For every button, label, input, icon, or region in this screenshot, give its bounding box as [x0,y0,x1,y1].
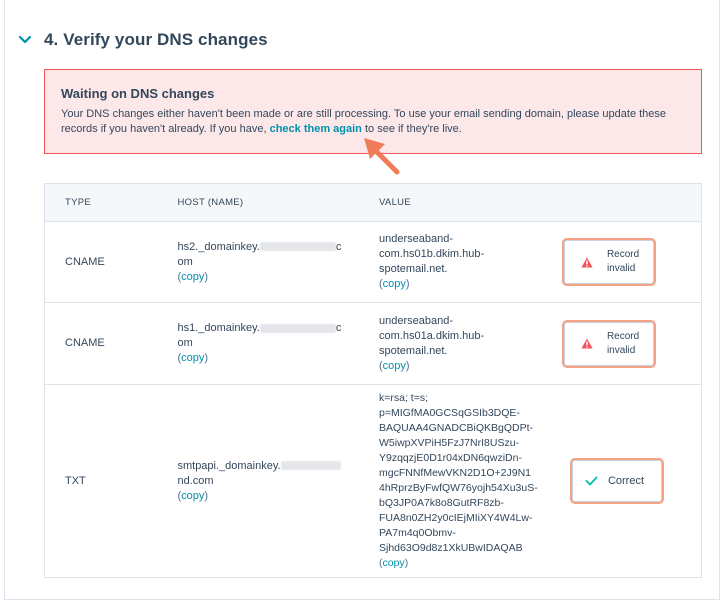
host-text: smtpapi._domainkey. [177,459,281,472]
record-value: k=rsa; t=s; p=MIGfMA0GCSqGSIb3DQE- BAQUA… [379,384,564,578]
host-text: hs2._domainkey. [177,240,260,253]
column-header-value: VALUE [379,183,564,222]
record-host: smtpapi._domainkey. nd.com (copy) [177,384,379,578]
record-type: CNAME [44,302,178,385]
check-again-link[interactable]: check them again [270,123,362,135]
table-row: CNAME hs2._domainkey. c om (copy) underse… [44,221,702,303]
redacted-domain [259,242,336,252]
value-line: bQ3JP0A7k8o8GutRF8zb- [379,497,504,509]
host-tail: c [335,322,342,334]
host-copy: (copy) [177,352,209,364]
warning-icon [581,257,593,267]
alert-title: Waiting on DNS changes [61,86,215,101]
status-badge: Record invalid [563,321,654,366]
value-line: PA7m4q0Obmv- [379,527,456,539]
value-line: com.hs01b.dkim.hub- [379,248,485,260]
status-label: Record [606,249,640,260]
redacted-domain [280,461,341,471]
status-label: invalid [606,344,636,356]
value-line: Sjhd63O9d8z1XkUBwIDAQAB [379,542,523,554]
status-label: Correct [607,475,644,487]
record-host: hs2._domainkey. c om (copy) [177,221,379,303]
value-line: spotemail.net. [379,344,448,357]
column-header-host: HOST (NAME) [177,183,379,222]
value-line: 4hRprzByFwfQW76yojh54Xu3uS- [379,482,538,494]
copy-link[interactable]: copy [383,278,406,290]
value-line: underseaband- [379,314,454,327]
status-label: invalid [606,263,636,274]
copy-link[interactable]: copy [181,352,204,364]
value-line: FUA8n0ZH2y0cIEjMIiXY4W4Lw- [379,512,533,524]
host-text-end: nd.com [177,474,214,487]
host-copy: (copy) [177,270,209,283]
alert-body: Your DNS changes either haven't been mad… [61,107,691,137]
record-status: Correct [563,384,702,578]
warning-icon [581,338,593,349]
column-header-status [563,183,702,222]
checkmark-icon [585,476,598,486]
record-status: Record invalid [563,302,702,385]
section-title: 4. Verify your DNS changes [44,30,268,49]
copy-link[interactable]: copy [181,490,204,502]
dns-records-table: TYPE HOST (NAME) VALUE CNAME hs2._domain… [44,183,702,578]
record-value: underseaband- com.hs01b.dkim.hub- spotem… [379,221,564,303]
record-type: TXT [44,384,178,578]
copy-link[interactable]: copy [383,557,405,569]
status-badge: Correct [571,460,662,502]
value-line: p=MIGfMA0GCSqGSIb3DQE- [379,407,520,419]
copy-link[interactable]: copy [181,271,204,283]
value-line: mgcFNNfMewVKN2D1O+2J9N1 [379,467,532,479]
table-row: TXT smtpapi._domainkey. nd.com (copy) k=… [44,384,702,578]
record-status: Record invalid [563,221,702,303]
value-line: Y9zqqzjE0D1r04xDN6qwziDn- [379,452,522,464]
value-line: k=rsa; t=s; [379,392,429,404]
host-copy: (copy) [177,489,209,502]
redacted-domain [259,323,336,333]
record-host: hs1._domainkey. c om (copy) [177,302,379,385]
value-line: BAQUAA4GNADCBiQKBgQDPt- [379,422,534,434]
value-copy: (copy) [379,359,410,372]
table-row: CNAME hs1._domainkey. c om (copy) underse… [44,302,702,385]
record-value: underseaband- com.hs01a.dkim.hub- spotem… [379,302,564,385]
column-header-type: TYPE [44,183,178,222]
value-line: com.hs01a.dkim.hub- [379,329,485,342]
value-line: W5iwpXVPiH5FzJ7NrI8USzu- [379,437,520,449]
table-header-row: TYPE HOST (NAME) VALUE [44,183,702,222]
section-header[interactable]: 4. Verify your DNS changes [18,30,268,50]
value-line: underseaband- [379,233,454,245]
alert-text-end: to see if they're live. [364,123,462,135]
status-label: Record [606,330,640,342]
chevron-down-icon[interactable] [18,35,32,45]
value-line: spotemail.net. [379,263,448,275]
value-copy: (copy) [379,278,410,290]
status-badge: Record invalid [563,240,654,284]
host-text: hs1._domainkey. [177,322,260,334]
host-tail: c [335,240,342,253]
copy-link[interactable]: copy [383,360,406,372]
alert-text: Your DNS changes either haven't been mad… [61,108,667,135]
host-text-end: om [177,337,193,349]
value-copy: (copy) [379,557,409,569]
host-text-end: om [177,255,193,268]
record-type: CNAME [44,221,178,303]
annotation-arrow-icon [364,138,400,175]
